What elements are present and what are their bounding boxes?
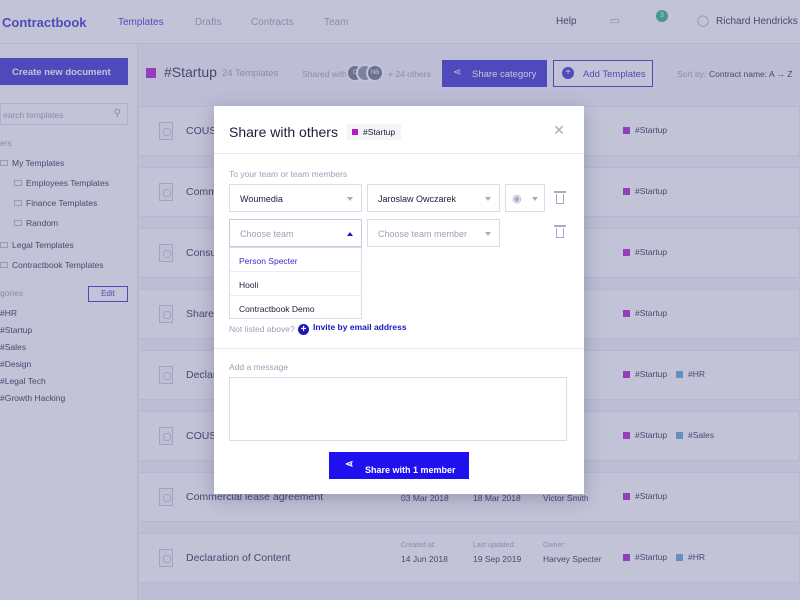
not-listed-label: Not listed above?	[229, 324, 295, 334]
team-member-select[interactable]: Jaroslaw Owczarek	[367, 184, 500, 212]
trash-icon[interactable]	[554, 225, 566, 239]
share-modal: Share with others #Startup ✕ To your tea…	[214, 106, 584, 494]
team-select-value: Woumedia	[240, 194, 283, 204]
divider	[214, 348, 584, 349]
tag-color-square	[352, 129, 358, 135]
modal-category-tag: #Startup	[347, 124, 402, 140]
message-label: Add a message	[229, 362, 289, 372]
message-textarea[interactable]	[229, 377, 567, 441]
team-dropdown-menu: Person Specter Hooli Contractbook Demo	[229, 247, 362, 319]
chevron-down-icon	[532, 197, 538, 201]
team-select[interactable]: Woumedia	[229, 184, 362, 212]
dropdown-option-person-specter[interactable]: Person Specter	[230, 248, 361, 272]
eye-icon: ◉	[512, 193, 522, 205]
choose-team-placeholder: Choose team	[240, 229, 294, 239]
permission-select[interactable]: ◉	[505, 184, 545, 212]
trash-icon[interactable]	[554, 191, 566, 205]
chevron-down-icon	[347, 197, 353, 201]
invite-label: Invite by email address	[313, 322, 407, 332]
divider	[214, 153, 584, 154]
team-section-label: To your team or team members	[229, 169, 348, 179]
choose-team-member-placeholder: Choose team member	[378, 229, 468, 239]
choose-team-member-select[interactable]: Choose team member	[367, 219, 500, 247]
team-member-select-value: Jaroslaw Owczarek	[378, 194, 457, 204]
close-icon[interactable]: ✕	[552, 123, 566, 137]
dropdown-option-contractbook-demo[interactable]: Contractbook Demo	[230, 296, 361, 320]
chevron-down-icon	[485, 197, 491, 201]
modal-title: Share with others	[229, 124, 338, 140]
dropdown-option-hooli[interactable]: Hooli	[230, 272, 361, 296]
share-icon: ⋖	[345, 459, 354, 470]
share-with-members-button[interactable]: ⋖ Share with 1 member	[329, 452, 469, 479]
choose-team-select[interactable]: Choose team	[229, 219, 362, 247]
modal-tag-label: #Startup	[363, 127, 396, 137]
chevron-up-icon	[347, 232, 353, 236]
share-button-label: Share with 1 member	[365, 465, 456, 475]
invite-by-email-link[interactable]: + Invite by email address	[298, 322, 407, 335]
chevron-down-icon	[485, 232, 491, 236]
plus-icon: +	[298, 324, 309, 335]
